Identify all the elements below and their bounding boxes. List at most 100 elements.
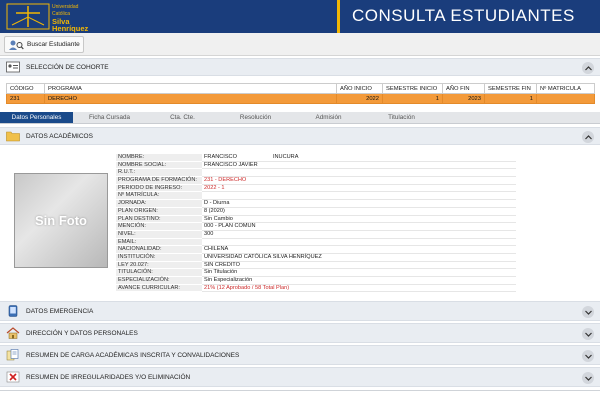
detail-value: FRANCISCO INUCURA: [202, 154, 516, 162]
detail-row-institucion: INSTITUCIÓN: UNIVERSIDAD CATÓLICA SILVA …: [116, 253, 516, 262]
detail-row-ley: LEY 20.027: SIN CREDITO: [116, 261, 516, 270]
section-direccion-title: DIRECCIÓN Y DATOS PERSONALES: [26, 329, 138, 337]
tab-titulacion[interactable]: Titulación: [365, 112, 438, 123]
detail-value: 8 (2020): [202, 208, 516, 216]
home-icon: [6, 327, 20, 339]
detail-value: [202, 169, 516, 178]
error-icon: [6, 371, 20, 383]
detail-label: PLAN ORIGEN:: [116, 207, 202, 216]
detail-label: EMAIL:: [116, 238, 202, 247]
detail-row-periodo: PERIODO DE INGRESO: 2022 - 1: [116, 184, 516, 193]
column-header: Nº MATRICULA: [536, 83, 595, 94]
logo-line4: Henríquez: [52, 24, 89, 33]
detail-value: FRANCISCO JAVIER: [202, 162, 516, 170]
detail-label: AVANCE CURRICULAR:: [116, 284, 202, 293]
student-photo-placeholder: Sin Foto: [14, 173, 108, 268]
section-datos-academicos-header[interactable]: DATOS ACADÉMICOS: [0, 127, 600, 145]
detail-label: Nº MATRÍCULA:: [116, 192, 202, 201]
search-user-icon: [9, 40, 24, 50]
table-header-row: CÓDIGO PROGRAMA AÑO INICIO SEMESTRE INIC…: [6, 83, 595, 94]
section-datos-academicos-title: DATOS ACADÉMICOS: [26, 132, 93, 140]
column-header: CÓDIGO: [6, 83, 45, 94]
search-student-label: Buscar Estudiante: [27, 41, 80, 48]
detail-row-plan-origen: PLAN ORIGEN: 8 (2020): [116, 207, 516, 216]
section-resumen-carga-title: RESUMEN DE CARGA ACADÉMICAS INSCRITA Y C…: [26, 351, 240, 359]
detail-label: ESPECIALIZACIÓN:: [116, 277, 202, 285]
detail-value: [202, 239, 516, 247]
detail-value: 2022 - 1: [202, 185, 516, 193]
tab-datos-personales[interactable]: Datos Personales: [0, 112, 73, 123]
logo-line1: Universidad: [52, 4, 79, 10]
detail-value: 21% (12 Aprobado / 58 Total Plan): [202, 285, 516, 293]
section-irregularidades-header[interactable]: RESUMEN DE IRREGULARIDADES Y/O ELIMINACI…: [0, 367, 600, 387]
page-title: CONSULTA ESTUDIANTES: [352, 6, 575, 25]
detail-row-email: EMAIL:: [116, 238, 516, 247]
chevron-down-icon[interactable]: [582, 328, 594, 340]
cell-semestre-inicio: 1: [382, 93, 443, 104]
detail-label: NOMBRE SOCIAL:: [116, 161, 202, 170]
student-details: NOMBRE: FRANCISCO INUCURA NOMBRE SOCIAL: …: [116, 154, 516, 293]
detail-label: NACIONALIDAD:: [116, 246, 202, 254]
header-separator: [337, 0, 340, 33]
detail-value: [202, 192, 516, 201]
cell-anio-fin: 2023: [442, 93, 485, 104]
detail-label: NOMBRE:: [116, 154, 202, 162]
tab-admision[interactable]: Admisión: [292, 112, 365, 123]
detail-label: PROGRAMA DE FORMACIÓN:: [116, 177, 202, 185]
detail-value: D - Diurna: [202, 200, 516, 208]
detail-label: R.U.T.:: [116, 169, 202, 178]
cohorte-table: CÓDIGO PROGRAMA AÑO INICIO SEMESTRE INIC…: [6, 83, 595, 104]
detail-row-mencion: MENCIÓN: 000 - PLAN COMUN: [116, 223, 516, 231]
section-datos-emergencia-title: DATOS EMERGENCIA: [26, 307, 94, 315]
footer-divider: [0, 390, 600, 391]
detail-label: JORNADA:: [116, 200, 202, 208]
detail-row-nombre-social: NOMBRE SOCIAL: FRANCISCO JAVIER: [116, 161, 516, 170]
search-student-button[interactable]: Buscar Estudiante: [4, 36, 84, 53]
detail-row-plan-destino: PLAN DESTINO: Sin Cambio: [116, 215, 516, 224]
detail-row-titulacion: TITULACIÓN: Sin Titulación: [116, 269, 516, 277]
chevron-up-icon[interactable]: [582, 131, 594, 143]
section-direccion-header[interactable]: DIRECCIÓN Y DATOS PERSONALES: [0, 323, 600, 343]
chevron-down-icon[interactable]: [582, 306, 594, 318]
detail-label: NIVEL:: [116, 230, 202, 239]
detail-value: Sin Cambio: [202, 216, 516, 224]
table-row[interactable]: 231 DERECHO 2022 1 2023 1: [6, 93, 595, 104]
detail-value: SIN CREDITO: [202, 262, 516, 270]
tab-ficha-cursada[interactable]: Ficha Cursada: [73, 112, 146, 123]
column-header: SEMESTRE FIN: [484, 83, 537, 94]
detail-row-rut: R.U.T.:: [116, 169, 516, 178]
detail-label: INSTITUCIÓN:: [116, 253, 202, 262]
cell-semestre-fin: 1: [484, 93, 537, 104]
tab-resolucion[interactable]: Resolución: [219, 112, 292, 123]
detail-label: MENCIÓN:: [116, 223, 202, 231]
app-header: Universidad Católica Silva Henríquez CON…: [0, 0, 600, 33]
chevron-down-icon[interactable]: [582, 372, 594, 384]
last-name-value: INUCURA: [272, 154, 299, 160]
column-header: AÑO INICIO: [336, 83, 383, 94]
chevron-up-icon[interactable]: [582, 62, 594, 74]
first-name-value: FRANCISCO: [204, 154, 237, 160]
cell-matricula: [536, 93, 595, 104]
chevron-down-icon[interactable]: [582, 350, 594, 362]
detail-row-especializacion: ESPECIALIZACIÓN: Sin Especialización: [116, 277, 516, 285]
cell-programa: DERECHO: [44, 93, 337, 104]
detail-row-matricula: Nº MATRÍCULA:: [116, 192, 516, 201]
section-irregularidades-title: RESUMEN DE IRREGULARIDADES Y/O ELIMINACI…: [26, 373, 191, 381]
phone-icon: [8, 305, 18, 317]
column-header: SEMESTRE INICIO: [382, 83, 443, 94]
documents-icon: [6, 349, 19, 361]
tab-cta-cte[interactable]: Cta. Cte.: [146, 112, 219, 123]
section-datos-emergencia-header[interactable]: DATOS EMERGENCIA: [0, 301, 600, 321]
detail-value: Sin Titulación: [202, 269, 516, 277]
section-cohorte-header[interactable]: SELECCIÓN DE COHORTE: [0, 58, 600, 76]
detail-row-avance: AVANCE CURRICULAR: 21% (12 Aprobado / 58…: [116, 284, 516, 293]
detail-value: Sin Especialización: [202, 277, 516, 285]
detail-value: 000 - PLAN COMUN: [202, 223, 516, 231]
no-photo-text: Sin Foto: [35, 213, 87, 228]
detail-row-nivel: NIVEL: 300: [116, 230, 516, 239]
detail-value: 300: [202, 231, 516, 239]
detail-value: 231 - DERECHO: [202, 177, 516, 185]
detail-label: TITULACIÓN:: [116, 269, 202, 277]
section-resumen-carga-header[interactable]: RESUMEN DE CARGA ACADÉMICAS INSCRITA Y C…: [0, 345, 600, 365]
cell-codigo: 231: [6, 93, 45, 104]
